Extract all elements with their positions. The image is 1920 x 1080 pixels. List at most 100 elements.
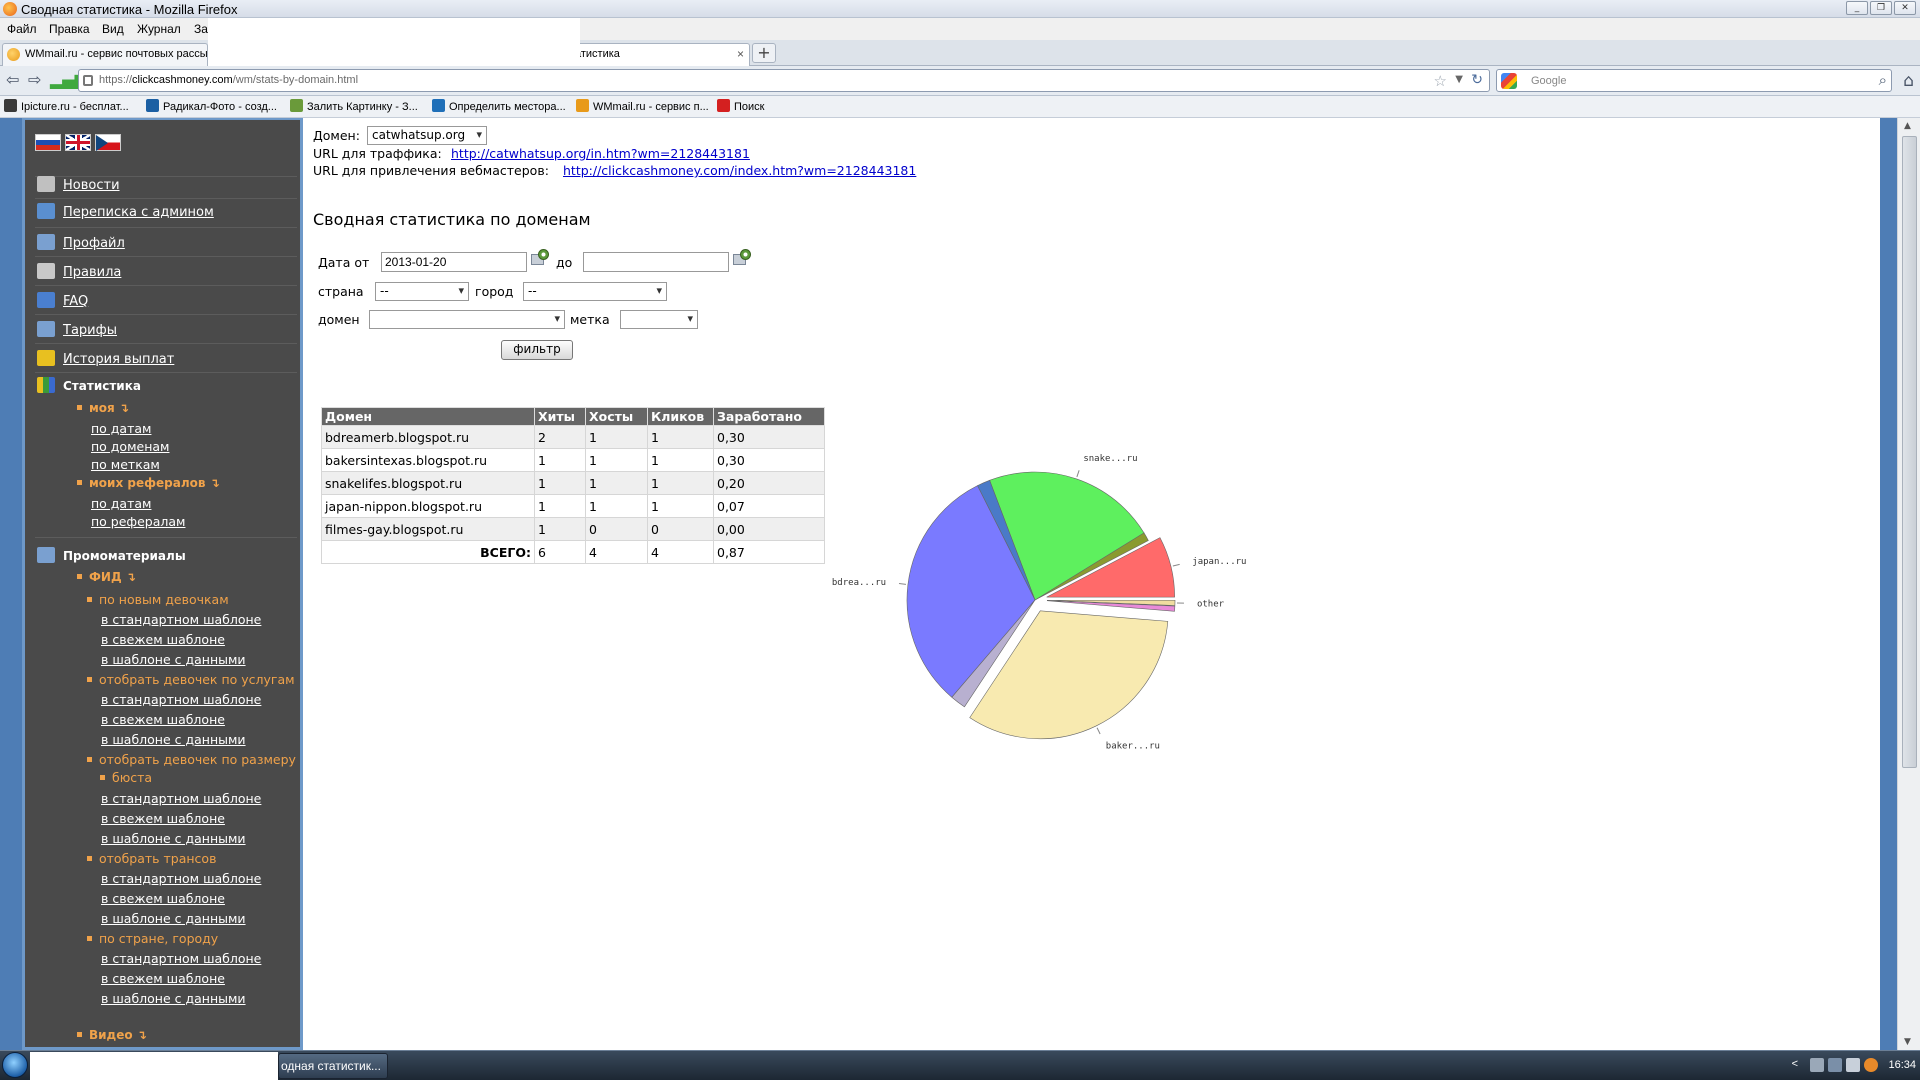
url-bar[interactable]: https://clickcashmoney.com/wm/stats-by-d…	[78, 69, 1490, 92]
promo-video[interactable]: Видео ↴	[77, 1028, 147, 1042]
promo-link-standard[interactable]: в стандартном шаблоне	[101, 871, 261, 886]
new-tab-button[interactable]: +	[752, 43, 776, 63]
tag-select[interactable]	[620, 310, 698, 329]
city-select[interactable]: --	[523, 282, 667, 301]
pie-label-tick	[1096, 727, 1101, 735]
date-from-label: Дата от	[318, 255, 370, 270]
stats-my-by-domains[interactable]: по доменам	[91, 439, 169, 454]
monitor-icon[interactable]	[1846, 1058, 1860, 1072]
promo-link-standard[interactable]: в стандартном шаблоне	[101, 951, 261, 966]
search-icon[interactable]: ⌕	[1879, 71, 1887, 89]
promo-link-fresh[interactable]: в свежем шаблоне	[101, 971, 225, 986]
scroll-down-icon[interactable]: ▼	[1904, 1037, 1911, 1047]
promo-feed[interactable]: ФИД ↴	[77, 570, 136, 584]
sidebar-item-tariffs[interactable]: Тарифы	[37, 321, 117, 338]
stats-my-by-dates[interactable]: по датам	[91, 421, 151, 436]
date-to-calendar-icon[interactable]	[731, 248, 751, 266]
country-select[interactable]: --	[375, 282, 469, 301]
stats-refs-by-dates[interactable]: по датам	[91, 496, 151, 511]
col-clicks[interactable]: Кликов	[647, 407, 714, 426]
system-tray: < 16:34	[1792, 1058, 1916, 1072]
sidebar-item-news[interactable]: Новости	[37, 176, 120, 193]
traffic-url-link[interactable]: http://catwhatsup.org/in.htm?wm=21284431…	[451, 146, 750, 161]
col-domain[interactable]: Домен	[321, 407, 535, 426]
flag-ru-icon[interactable]	[35, 134, 61, 151]
col-hits[interactable]: Хиты	[534, 407, 586, 426]
domain-filter-select[interactable]	[369, 310, 565, 329]
dropdown-icon[interactable]: ▼	[1455, 74, 1463, 85]
flag-cz-icon[interactable]	[95, 134, 121, 151]
bookmark-wmmail[interactable]: WMmail.ru - сервис п...	[576, 99, 709, 113]
start-button[interactable]	[2, 1052, 28, 1078]
bookmark-ipicture[interactable]: Ipicture.ru - бесплат...	[4, 99, 129, 113]
maximize-button[interactable]: ❐	[1870, 1, 1892, 15]
promo-link-data[interactable]: в шаблоне с данными	[101, 732, 246, 747]
promo-by-country[interactable]: по стране, городу	[87, 931, 218, 946]
close-button[interactable]: ✕	[1894, 1, 1916, 15]
sidebar-item-messages[interactable]: Переписка с админом	[37, 203, 214, 220]
sidebar-item-profile[interactable]: Профайл	[37, 234, 125, 251]
main-content: Домен: catwhatsup.org URL для траффика: …	[305, 118, 1880, 1050]
flag-uk-icon[interactable]	[65, 134, 91, 151]
volume-icon[interactable]	[1828, 1058, 1842, 1072]
back-icon[interactable]: ⇦	[6, 72, 19, 88]
home-icon[interactable]: ⌂	[1903, 71, 1914, 91]
date-from-input[interactable]	[381, 252, 527, 272]
filter-button[interactable]: фильтр	[501, 340, 573, 360]
bookmark-radikal[interactable]: Радикал-Фото - созд...	[146, 99, 277, 113]
bookmark-location[interactable]: Определить местора...	[432, 99, 566, 113]
promo-trans[interactable]: отобрать трансов	[87, 851, 216, 866]
firefox-tray-icon[interactable]	[1864, 1058, 1878, 1072]
sidebar-section-stats[interactable]: Статистика	[37, 377, 141, 393]
bookmark-search[interactable]: Поиск	[717, 99, 764, 113]
webmaster-url-link[interactable]: http://clickcashmoney.com/index.htm?wm=2…	[563, 163, 916, 178]
date-from-calendar-icon[interactable]	[529, 248, 549, 266]
tab-stats[interactable]: атистика ×	[570, 43, 750, 66]
promo-link-data[interactable]: в шаблоне с данными	[101, 831, 246, 846]
promo-link-fresh[interactable]: в свежем шаблоне	[101, 891, 225, 906]
menu-bookmarks[interactable]: За	[194, 22, 208, 36]
sidebar-item-faq[interactable]: FAQ	[37, 292, 88, 309]
promo-new-girls[interactable]: по новым девочкам	[87, 592, 229, 607]
tab-wmmail[interactable]: WMmail.ru - сервис почтовых рассы	[2, 43, 208, 66]
promo-link-fresh[interactable]: в свежем шаблоне	[101, 811, 225, 826]
date-to-input[interactable]	[583, 252, 729, 272]
close-tab-icon[interactable]: ×	[737, 47, 744, 61]
promo-link-data[interactable]: в шаблоне с данными	[101, 991, 246, 1006]
forward-icon[interactable]: ⇨	[28, 72, 41, 88]
minimize-button[interactable]: _	[1846, 1, 1868, 15]
menu-history[interactable]: Журнал	[137, 22, 181, 36]
reload-icon[interactable]: ↻	[1471, 72, 1483, 88]
tray-expand-icon[interactable]: <	[1792, 1058, 1798, 1070]
promo-link-fresh[interactable]: в свежем шаблоне	[101, 632, 225, 647]
col-earned[interactable]: Заработано	[713, 407, 825, 426]
col-hosts[interactable]: Хосты	[585, 407, 648, 426]
promo-by-size[interactable]: отобрать девочек по размеру	[87, 752, 296, 767]
menu-edit[interactable]: Правка	[49, 22, 90, 36]
promo-link-data[interactable]: в шаблоне с данными	[101, 911, 246, 926]
menu-view[interactable]: Вид	[102, 22, 124, 36]
sidebar-section-promo[interactable]: Промоматериалы	[37, 547, 186, 563]
stats-referrals[interactable]: моих рефералов ↴	[77, 476, 220, 490]
promo-link-data[interactable]: в шаблоне с данными	[101, 652, 246, 667]
network-icon[interactable]	[1810, 1058, 1824, 1072]
stats-my[interactable]: моя ↴	[77, 401, 129, 415]
sidebar-item-rules[interactable]: Правила	[37, 263, 121, 280]
stats-refs-by-referrals[interactable]: по рефералам	[91, 514, 185, 529]
bookmark-zalit[interactable]: Залить Картинку - З...	[290, 99, 418, 113]
promo-link-fresh[interactable]: в свежем шаблоне	[101, 712, 225, 727]
menu-file[interactable]: Файл	[7, 22, 37, 36]
bookmark-star-icon[interactable]: ☆	[1434, 72, 1447, 90]
vertical-scrollbar[interactable]: ▲ ▼	[1897, 118, 1920, 1050]
sidebar-item-payouts[interactable]: История выплат	[37, 350, 174, 367]
scrollbar-thumb[interactable]	[1902, 136, 1917, 768]
promo-link-standard[interactable]: в стандартном шаблоне	[101, 791, 261, 806]
taskbar-firefox-button[interactable]: одная статистик...	[278, 1053, 388, 1079]
promo-link-standard[interactable]: в стандартном шаблоне	[101, 612, 261, 627]
scroll-up-icon[interactable]: ▲	[1904, 121, 1911, 131]
search-box[interactable]: Google ⌕	[1496, 69, 1892, 92]
stats-my-by-tags[interactable]: по меткам	[91, 457, 160, 472]
promo-by-services[interactable]: отобрать девочек по услугам	[87, 672, 295, 687]
domain-select[interactable]: catwhatsup.org	[367, 126, 487, 145]
promo-link-standard[interactable]: в стандартном шаблоне	[101, 692, 261, 707]
